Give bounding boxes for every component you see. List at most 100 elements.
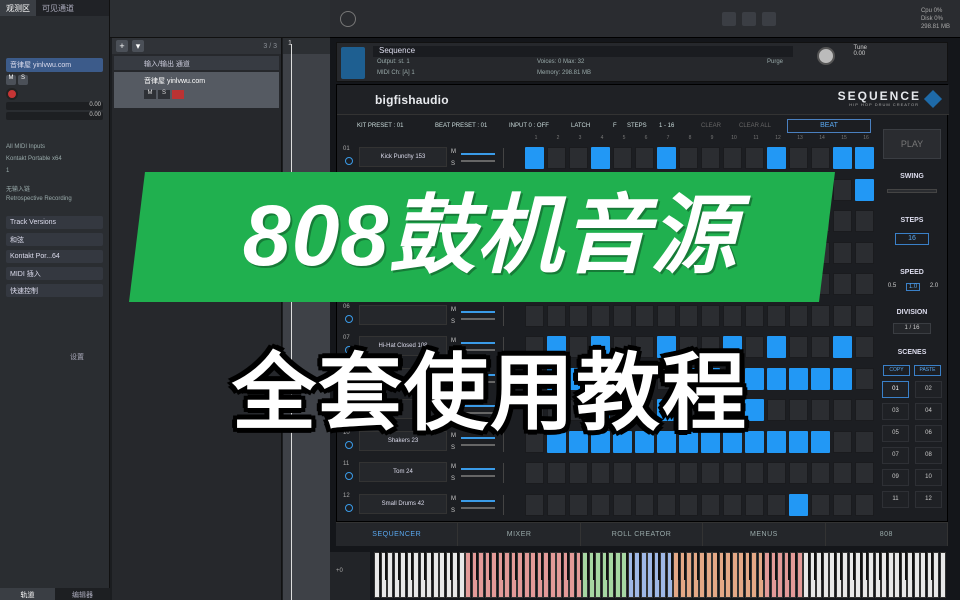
step-pad-off[interactable]	[723, 147, 742, 169]
step-pad-off[interactable]	[811, 147, 830, 169]
step-pad-off[interactable]	[833, 399, 852, 421]
step-pad-off[interactable]	[767, 493, 786, 516]
step-pad-off[interactable]	[635, 462, 654, 484]
section-instrument[interactable]: Kontakt Por...64	[6, 250, 103, 263]
piano-white-key[interactable]	[751, 552, 757, 598]
step-pad-off[interactable]	[525, 304, 544, 327]
piano-white-key[interactable]	[796, 552, 803, 598]
link-icon[interactable]	[503, 148, 515, 168]
sound-name[interactable]: Kick Punchy 153	[359, 147, 447, 167]
link-icon[interactable]	[503, 463, 515, 483]
step-pad-off[interactable]	[855, 210, 874, 232]
mute-button[interactable]: M	[451, 304, 456, 316]
retrospective-recording[interactable]: Retrospective Recording	[6, 196, 103, 206]
step-pad-off[interactable]	[767, 462, 786, 484]
step-pad-on[interactable]	[833, 367, 852, 390]
step-pad-off[interactable]	[833, 178, 852, 201]
step-pad-off[interactable]	[547, 493, 566, 516]
row-sliders[interactable]	[461, 495, 495, 515]
mute-button[interactable]: M	[6, 75, 16, 85]
scene-button[interactable]: 06	[915, 425, 942, 442]
scene-button[interactable]: 09	[882, 469, 909, 486]
piano-white-key[interactable]	[640, 552, 647, 598]
scene-button[interactable]: 02	[915, 381, 942, 398]
scene-button[interactable]: 10	[915, 469, 942, 486]
record-button[interactable]	[6, 88, 103, 100]
piano-white-key[interactable]	[777, 552, 783, 598]
step-pad-off[interactable]	[833, 493, 852, 516]
piano-white-key[interactable]	[478, 552, 484, 598]
sound-name[interactable]: Small Drums 42	[359, 493, 447, 514]
step-pad-off[interactable]	[811, 304, 830, 327]
mute-solo-buttons[interactable]: MS	[451, 493, 456, 517]
step-pad-on[interactable]	[789, 430, 808, 453]
step-pad-off[interactable]	[679, 493, 698, 516]
scene-button[interactable]: 01	[882, 381, 909, 398]
piano-white-key[interactable]	[933, 552, 939, 598]
step-pad-off[interactable]	[833, 430, 852, 453]
piano-white-key[interactable]	[387, 552, 393, 598]
scene-button[interactable]: 12	[915, 491, 942, 508]
output-select[interactable]: Output: st. 1	[377, 59, 410, 65]
piano-white-key[interactable]	[569, 552, 575, 598]
step-pad-on[interactable]	[811, 367, 830, 390]
solo-button[interactable]: S	[18, 75, 28, 85]
step-pad-off[interactable]	[569, 304, 588, 327]
step-pad-off[interactable]	[789, 336, 808, 358]
mute-button[interactable]: M	[451, 461, 456, 473]
step-pad-off[interactable]	[833, 462, 852, 484]
tune-knob[interactable]	[817, 47, 835, 65]
tab-visibility[interactable]: 可见通道	[36, 0, 80, 16]
piano-white-key[interactable]	[458, 552, 465, 598]
step-pad-off[interactable]	[701, 462, 720, 484]
pan-fader[interactable]: 0.00	[6, 112, 103, 120]
step-pad-off[interactable]	[811, 462, 830, 484]
piano-white-key[interactable]	[523, 552, 530, 598]
track-row-io[interactable]: 输入/输出 通道	[114, 56, 279, 70]
step-pad-off[interactable]	[789, 304, 808, 327]
step-pad-on[interactable]	[855, 147, 874, 169]
piano-white-key[interactable]	[842, 552, 848, 598]
step-pad-on[interactable]	[657, 147, 676, 169]
mute-button[interactable]: M	[451, 146, 456, 158]
tab-sequencer[interactable]: SEQUENCER	[336, 523, 459, 546]
step-pad-off[interactable]	[723, 462, 742, 484]
volume-fader[interactable]: 0.00	[6, 102, 103, 110]
play-button[interactable]: PLAY	[883, 129, 941, 159]
tab-inspector[interactable]: 观测区	[0, 0, 36, 16]
steps-value[interactable]: 16	[895, 233, 929, 245]
channel-value[interactable]: 1	[6, 168, 103, 178]
piano-white-key[interactable]	[868, 552, 874, 598]
beat-preset-select[interactable]: BEAT PRESET : 01	[435, 123, 487, 129]
section-midi-inserts[interactable]: MIDI 插入	[6, 267, 103, 280]
midi-channel-select[interactable]: MIDI Ch: [A] 1	[377, 70, 415, 76]
step-pad-off[interactable]	[613, 147, 632, 169]
octave-control[interactable]: +0	[330, 552, 370, 600]
input-select[interactable]: INPUT 0 : OFF	[509, 123, 549, 129]
step-pad-off[interactable]	[723, 493, 742, 516]
step-pad-off[interactable]	[855, 241, 874, 264]
output-routing[interactable]: Kontakt Portable x64	[6, 156, 103, 166]
piano-white-key[interactable]	[887, 552, 894, 598]
step-pad-off[interactable]	[569, 493, 588, 516]
piano-white-key[interactable]	[660, 552, 666, 598]
clear-all-button[interactable]: CLEAR ALL	[739, 123, 771, 129]
scene-button[interactable]: 11	[882, 491, 909, 508]
scene-button[interactable]: 07	[882, 447, 909, 464]
piano-white-key[interactable]	[504, 552, 510, 598]
mute-solo-buttons[interactable]: MS	[451, 304, 456, 328]
scene-button[interactable]: 04	[915, 403, 942, 420]
step-pad-off[interactable]	[569, 462, 588, 484]
power-icon[interactable]	[345, 472, 353, 480]
step-pad-off[interactable]	[679, 304, 698, 327]
step-pad-off[interactable]	[657, 304, 676, 327]
power-icon[interactable]	[345, 157, 353, 165]
clear-button[interactable]: CLEAR	[701, 123, 721, 129]
step-pad-off[interactable]	[855, 462, 874, 484]
mute-button[interactable]: M	[144, 90, 156, 99]
step-pad-off[interactable]	[547, 147, 566, 169]
solo-button[interactable]: S	[158, 90, 170, 99]
mute-solo-buttons[interactable]: MS	[451, 146, 456, 170]
step-pad-off[interactable]	[855, 304, 874, 327]
step-pad-off[interactable]	[701, 147, 720, 169]
